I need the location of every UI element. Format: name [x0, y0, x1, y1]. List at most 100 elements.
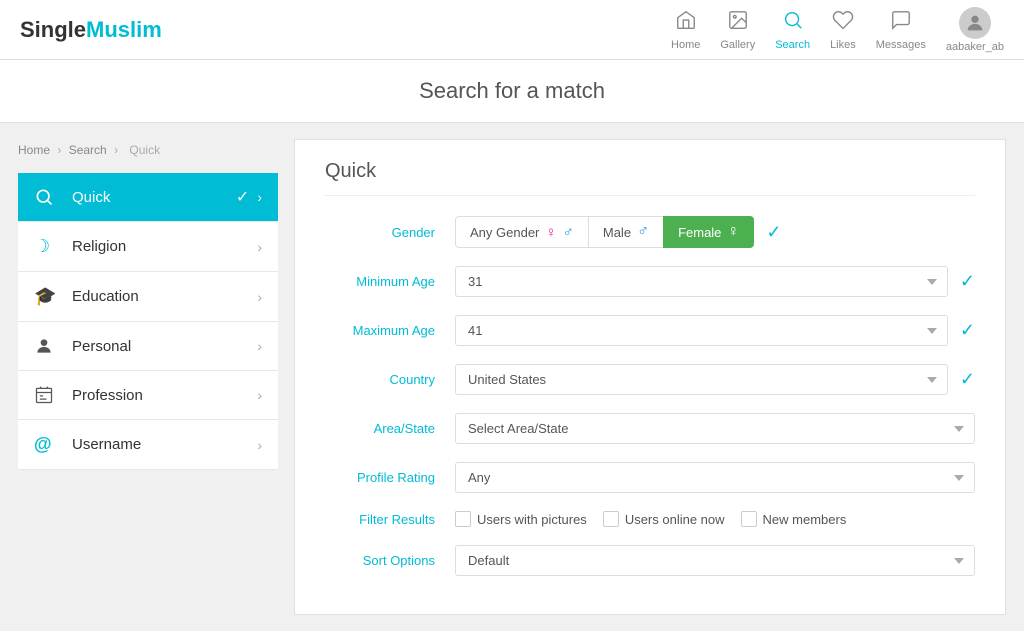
- min-age-control: 31 ✓: [455, 266, 975, 297]
- nav-messages[interactable]: Messages: [876, 9, 926, 51]
- logo-muslim: Muslim: [86, 17, 162, 43]
- filter-results-control: Users with pictures Users online now New…: [455, 511, 975, 527]
- male-icon: ♂: [637, 223, 649, 241]
- nav-search[interactable]: Search: [775, 9, 810, 51]
- gender-label: Gender: [325, 225, 455, 240]
- sidebar-quick-check: ✓: [236, 187, 249, 207]
- breadcrumb: Home › Search › Quick: [18, 139, 278, 161]
- sidebar-profession-chevron: ›: [257, 387, 262, 403]
- max-age-select[interactable]: 41: [455, 315, 948, 346]
- sort-options-select[interactable]: Default: [455, 545, 975, 576]
- sort-options-row: Sort Options Default: [325, 545, 975, 576]
- sidebar-quick-chevron: ›: [257, 189, 262, 205]
- sidebar-item-education[interactable]: 🎓 Education ›: [18, 272, 278, 322]
- any-gender-label: Any Gender: [470, 225, 539, 240]
- sidebar-username-chevron: ›: [257, 437, 262, 453]
- sidebar-item-religion[interactable]: ☽ Religion ›: [18, 222, 278, 272]
- gender-check: ✓: [766, 222, 781, 243]
- profile-rating-select[interactable]: Any: [455, 462, 975, 493]
- female-icon: ♀: [727, 223, 739, 241]
- filter-checkboxes: Users with pictures Users online now New…: [455, 511, 846, 527]
- gender-male-button[interactable]: Male ♂: [589, 216, 663, 248]
- breadcrumb-search[interactable]: Search: [69, 143, 107, 157]
- pictures-checkbox[interactable]: [455, 511, 471, 527]
- username-icon: @: [34, 434, 62, 455]
- home-icon: [675, 9, 697, 37]
- sort-options-control: Default: [455, 545, 975, 576]
- nav-profile[interactable]: aabaker_ab: [946, 7, 1004, 53]
- page-title-bar: Search for a match: [0, 60, 1024, 123]
- min-age-select[interactable]: 31: [455, 266, 948, 297]
- gender-row: Gender Any Gender ♀ ♂ Male ♂ Female ♀: [325, 216, 975, 248]
- sidebar-personal-chevron: ›: [257, 338, 262, 354]
- logo-single: Single: [20, 17, 86, 43]
- min-age-label: Minimum Age: [325, 274, 455, 289]
- main-layout: Home › Search › Quick Quick ✓ › ☽ Religi…: [2, 123, 1022, 631]
- filter-pictures[interactable]: Users with pictures: [455, 511, 587, 527]
- quick-icon: [34, 187, 62, 207]
- breadcrumb-home[interactable]: Home: [18, 143, 50, 157]
- female-icon-any: ♀: [545, 224, 556, 241]
- sidebar-item-username[interactable]: @ Username ›: [18, 420, 278, 470]
- search-icon: [782, 9, 804, 37]
- education-icon: 🎓: [34, 286, 62, 307]
- sidebar-item-profession-label: Profession: [72, 387, 257, 404]
- sidebar-item-username-label: Username: [72, 436, 257, 453]
- header: SingleMuslim Home Gallery Search Likes: [0, 0, 1024, 60]
- country-row: Country United States ✓: [325, 364, 975, 395]
- online-checkbox[interactable]: [603, 511, 619, 527]
- messages-icon: [890, 9, 912, 37]
- profile-rating-row: Profile Rating Any: [325, 462, 975, 493]
- nav-profile-label: aabaker_ab: [946, 41, 1004, 53]
- gallery-icon: [727, 9, 749, 37]
- profile-rating-control: Any: [455, 462, 975, 493]
- country-check: ✓: [960, 369, 975, 390]
- filter-online[interactable]: Users online now: [603, 511, 725, 527]
- profession-icon: [34, 385, 62, 405]
- gender-control: Any Gender ♀ ♂ Male ♂ Female ♀ ✓: [455, 216, 975, 248]
- religion-icon: ☽: [34, 236, 62, 257]
- new-members-checkbox[interactable]: [741, 511, 757, 527]
- area-state-control: Select Area/State: [455, 413, 975, 444]
- max-age-control: 41 ✓: [455, 315, 975, 346]
- gender-buttons: Any Gender ♀ ♂ Male ♂ Female ♀: [455, 216, 754, 248]
- gender-any-button[interactable]: Any Gender ♀ ♂: [455, 216, 589, 248]
- profile-rating-label: Profile Rating: [325, 470, 455, 485]
- sidebar-education-chevron: ›: [257, 289, 262, 305]
- new-members-label: New members: [763, 512, 847, 527]
- sidebar-item-education-label: Education: [72, 288, 257, 305]
- male-icon-any: ♂: [563, 224, 574, 241]
- nav-gallery[interactable]: Gallery: [720, 9, 755, 51]
- sidebar-item-religion-label: Religion: [72, 238, 257, 255]
- sidebar-item-profession[interactable]: Profession ›: [18, 371, 278, 420]
- sidebar-item-personal[interactable]: Personal ›: [18, 322, 278, 371]
- personal-icon: [34, 336, 62, 356]
- filter-new-members[interactable]: New members: [741, 511, 847, 527]
- filter-results-row: Filter Results Users with pictures Users…: [325, 511, 975, 527]
- sidebar-religion-chevron: ›: [257, 239, 262, 255]
- male-label: Male: [603, 225, 631, 240]
- nav-messages-label: Messages: [876, 39, 926, 51]
- max-age-check: ✓: [960, 320, 975, 341]
- main-content: Quick Gender Any Gender ♀ ♂ Male ♂ Femal: [294, 139, 1006, 615]
- sidebar-item-quick[interactable]: Quick ✓ ›: [18, 173, 278, 222]
- area-state-row: Area/State Select Area/State: [325, 413, 975, 444]
- gender-female-button[interactable]: Female ♀: [663, 216, 754, 248]
- area-state-select[interactable]: Select Area/State: [455, 413, 975, 444]
- country-select[interactable]: United States: [455, 364, 948, 395]
- page-title: Search for a match: [419, 78, 605, 103]
- nav-home[interactable]: Home: [671, 9, 700, 51]
- country-label: Country: [325, 372, 455, 387]
- breadcrumb-sep1: ›: [57, 143, 61, 157]
- content-title: Quick: [325, 160, 975, 196]
- max-age-label: Maximum Age: [325, 323, 455, 338]
- nav-likes-label: Likes: [830, 39, 856, 51]
- nav-gallery-label: Gallery: [720, 39, 755, 51]
- female-label: Female: [678, 225, 721, 240]
- logo: SingleMuslim: [20, 17, 162, 43]
- nav-home-label: Home: [671, 39, 700, 51]
- sidebar: Home › Search › Quick Quick ✓ › ☽ Religi…: [18, 139, 278, 615]
- nav-likes[interactable]: Likes: [830, 9, 856, 51]
- sort-options-label: Sort Options: [325, 553, 455, 568]
- likes-icon: [832, 9, 854, 37]
